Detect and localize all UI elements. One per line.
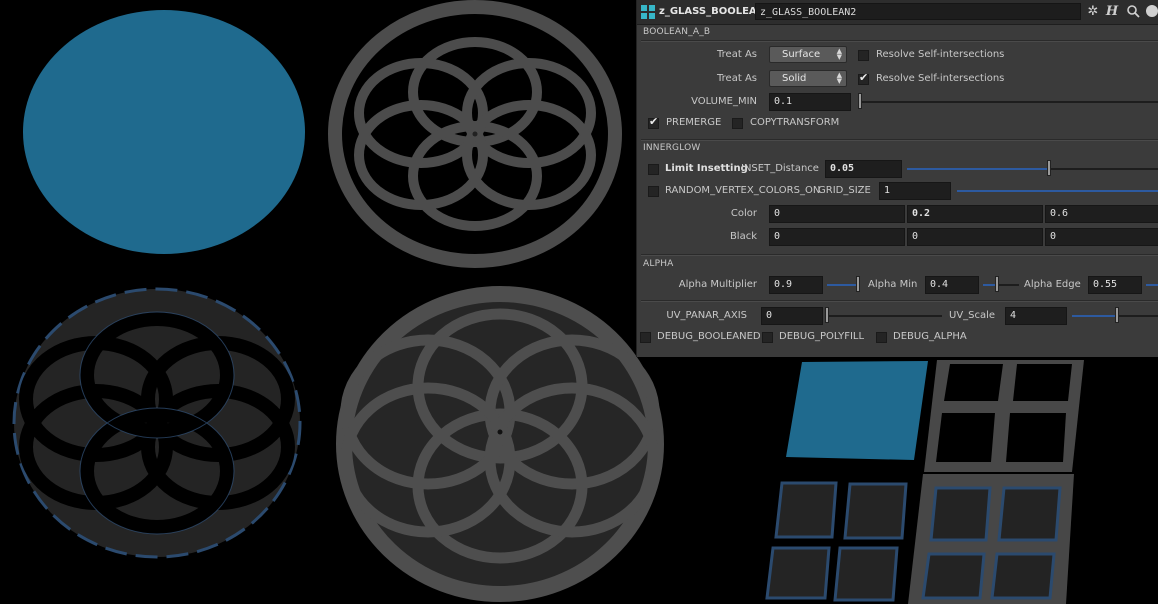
debug-alpha-label: DEBUG_ALPHA (893, 331, 967, 342)
node-name-field[interactable]: z_GLASS_BOOLEAN2 (755, 3, 1081, 20)
limit-insetting-checkbox[interactable] (648, 164, 659, 175)
black-label: Black (729, 231, 757, 242)
black-b-field[interactable]: 0 (1045, 228, 1158, 246)
color-b-field[interactable]: 0.6 (1045, 205, 1158, 223)
section-boolean-ab: BOOLEAN_A_B (643, 27, 711, 37)
blue-quad-object (786, 361, 928, 460)
color-g-field[interactable]: 0.2 (907, 205, 1043, 223)
uv-scale-slider-handle[interactable] (1115, 307, 1119, 323)
alpha-edge-slider-fill[interactable] (1146, 284, 1158, 286)
alpha-min-field[interactable]: 0.4 (925, 276, 979, 294)
inset-distance-slider-track[interactable] (1047, 168, 1158, 170)
volume-min-slider-track[interactable] (859, 101, 1158, 103)
debug-polyfill-checkbox[interactable] (762, 332, 773, 343)
black-r-field[interactable]: 0 (769, 228, 905, 246)
grid-size-field[interactable]: 1 (879, 182, 951, 200)
section-innerglow: INNERGLOW (643, 143, 701, 153)
alpha-edge-label: Alpha Edge (1024, 279, 1081, 290)
grid-size-label: GRID_SIZE (818, 185, 871, 196)
grid-size-slider-fill[interactable] (957, 190, 1158, 192)
gray-grid-frame-top (924, 360, 1084, 472)
alpha-min-slider-track[interactable] (997, 284, 1019, 286)
dropdown-arrows-icon: ▲ ▼ (836, 71, 842, 85)
divider (641, 254, 1158, 256)
inset-distance-slider-fill[interactable] (907, 168, 1047, 170)
color-label: Color (730, 208, 757, 219)
debug-polyfill-label: DEBUG_POLYFILL (779, 331, 865, 342)
limit-insetting-label: Limit Insetting (665, 163, 748, 174)
search-icon[interactable] (1125, 4, 1141, 20)
alpha-multiplier-field[interactable]: 0.9 (769, 276, 823, 294)
debug-booleaned-label: DEBUG_BOOLEANED (657, 331, 761, 342)
node-type-label: z_GLASS_BOOLEAN (659, 6, 766, 17)
inset-distance-field[interactable]: 0.05 (825, 160, 902, 178)
uv-panar-axis-field[interactable]: 0 (761, 307, 823, 325)
color-r-field[interactable]: 0 (769, 205, 905, 223)
uv-panar-axis-slider-track[interactable] (827, 315, 942, 317)
treat-as-b-label: Treat As (717, 73, 757, 84)
inset-distance-label: INSET_Distance (741, 163, 819, 174)
random-vertex-colors-label: RANDOM_VERTEX_COLORS_ON (665, 185, 821, 196)
alpha-min-slider-handle[interactable] (995, 276, 999, 292)
debug-alpha-checkbox[interactable] (876, 332, 887, 343)
black-g-field[interactable]: 0 (907, 228, 1043, 246)
debug-booleaned-checkbox[interactable] (640, 332, 651, 343)
resolve-b-label: Resolve Self-intersections (876, 73, 1005, 84)
checkmark-icon: ✔ (649, 115, 659, 128)
alpha-multiplier-slider-handle[interactable] (856, 276, 860, 292)
copytransform-checkbox[interactable] (732, 118, 743, 129)
uv-scale-slider-fill[interactable] (1072, 315, 1117, 317)
glass-booleaned-rosette (12, 287, 302, 559)
uv-scale-field[interactable]: 4 (1005, 307, 1067, 325)
parameter-panel: z_GLASS_BOOLEAN z_GLASS_BOOLEAN2 ✲ H BOO… (636, 0, 1158, 357)
uv-panar-axis-slider-handle[interactable] (825, 307, 829, 323)
divider (641, 40, 1158, 42)
help-icon[interactable]: H (1104, 4, 1120, 20)
uv-panar-axis-label: UV_PANAR_AXIS (666, 310, 747, 321)
resolve-a-checkbox[interactable] (858, 50, 869, 61)
alpha-edge-field[interactable]: 0.55 (1088, 276, 1142, 294)
treat-as-b-value: Solid (782, 73, 807, 84)
premerge-label: PREMERGE (666, 117, 722, 128)
info-icon[interactable] (1144, 4, 1158, 20)
divider (641, 300, 1158, 302)
volume-min-field[interactable]: 0.1 (769, 93, 851, 111)
random-vertex-colors-checkbox[interactable] (648, 186, 659, 197)
alpha-min-label: Alpha Min (868, 279, 918, 290)
resolve-a-label: Resolve Self-intersections (876, 49, 1005, 60)
alpha-multiplier-label: Alpha Multiplier (678, 279, 757, 290)
glass-grid-bottom-left (765, 481, 908, 602)
divider (641, 139, 1158, 141)
volume-min-slider-handle[interactable] (858, 93, 862, 109)
alpha-multiplier-slider-fill[interactable] (827, 284, 859, 286)
dropdown-arrows-icon: ▲ ▼ (836, 47, 842, 61)
section-alpha: ALPHA (643, 259, 674, 269)
treat-as-b-dropdown[interactable]: Solid ▲ ▼ (769, 70, 847, 87)
volume-min-label: VOLUME_MIN (691, 96, 757, 107)
node-type-icon (641, 5, 655, 19)
panel-titlebar: z_GLASS_BOOLEAN z_GLASS_BOOLEAN2 ✲ H (637, 0, 1158, 25)
checkmark-icon: ✔ (859, 71, 869, 84)
gear-icon[interactable]: ✲ (1085, 4, 1101, 20)
treat-as-a-label: Treat As (717, 49, 757, 60)
copytransform-label: COPYTRANSFORM (750, 117, 840, 128)
glass-frame-rosette (336, 286, 664, 602)
treat-as-a-value: Surface (782, 49, 821, 60)
glass-grid-frame-bottom-right (908, 474, 1074, 604)
uv-scale-slider-track[interactable] (1117, 315, 1158, 317)
gray-rosette-frame (328, 0, 622, 268)
uv-scale-label: UV_Scale (949, 310, 996, 321)
inset-distance-slider-handle[interactable] (1047, 160, 1051, 176)
treat-as-a-dropdown[interactable]: Surface ▲ ▼ (769, 46, 847, 63)
blue-disc-object (23, 10, 305, 254)
